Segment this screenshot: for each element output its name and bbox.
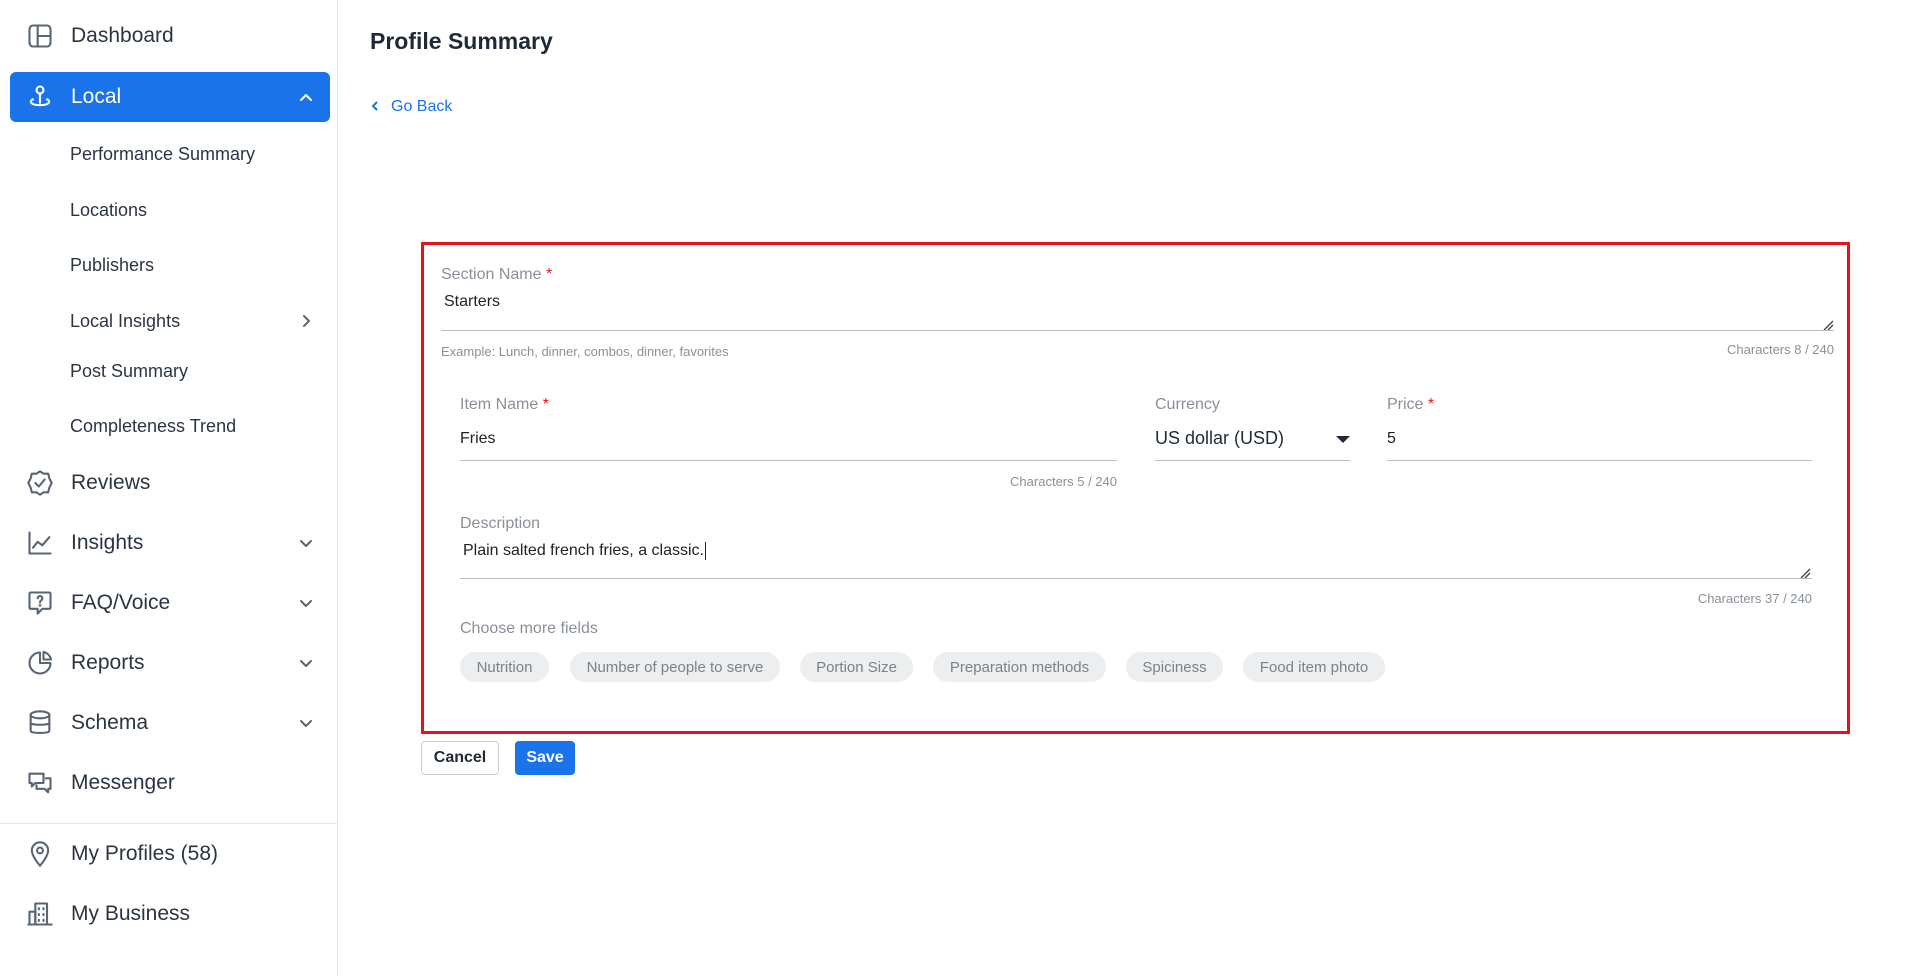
- item-name-counter: Characters 5 / 240: [1010, 474, 1117, 489]
- section-name-underline: [441, 330, 1834, 331]
- section-name-field[interactable]: Starters: [444, 293, 1824, 329]
- description-field[interactable]: Plain salted french fries, a classic.: [463, 542, 1803, 576]
- sidebar-subitem-local-insights[interactable]: Local Insights: [70, 306, 330, 336]
- chip-preparation-methods[interactable]: Preparation methods: [933, 652, 1106, 682]
- go-back-link[interactable]: Go Back: [369, 98, 452, 116]
- currency-underline: [1155, 460, 1350, 461]
- reviews-badge-icon: [25, 468, 55, 498]
- sidebar-item-label: FAQ/Voice: [71, 591, 171, 614]
- sidebar-item-messenger[interactable]: Messenger: [10, 758, 330, 808]
- sidebar-subitem-label: Local Insights: [70, 310, 181, 331]
- sidebar-subitem-performance-summary[interactable]: Performance Summary: [70, 139, 330, 169]
- resize-handle-icon[interactable]: [1799, 566, 1811, 579]
- chevron-up-icon: [296, 87, 316, 107]
- required-mark: *: [545, 266, 553, 283]
- database-icon: [25, 708, 55, 738]
- chevron-right-icon: [296, 311, 316, 331]
- sidebar: Dashboard Local Performance Summary Loca…: [0, 0, 338, 976]
- page-title: Profile Summary: [370, 28, 553, 54]
- text-caret: [705, 542, 706, 560]
- chevron-down-icon: [296, 653, 316, 673]
- currency-select[interactable]: US dollar (USD): [1155, 428, 1350, 458]
- chip-number-of-people[interactable]: Number of people to serve: [570, 652, 780, 682]
- price-label: Price *: [1387, 396, 1434, 414]
- chevron-down-icon: [296, 713, 316, 733]
- sidebar-item-insights[interactable]: Insights: [10, 518, 330, 568]
- go-back-label: Go Back: [391, 98, 453, 115]
- pie-chart-icon: [25, 648, 55, 678]
- cancel-button[interactable]: Cancel: [421, 741, 499, 775]
- currency-label: Currency: [1155, 396, 1220, 413]
- sidebar-item-my-profiles[interactable]: My Profiles (58): [10, 829, 330, 879]
- price-label-text: Price: [1387, 396, 1424, 413]
- local-pin-icon: [25, 82, 55, 112]
- chevron-left-icon: [369, 100, 383, 114]
- sidebar-subitem-post-summary[interactable]: Post Summary: [70, 356, 330, 386]
- sidebar-item-label: Messenger: [71, 771, 175, 794]
- section-name-hint: Example: Lunch, dinner, combos, dinner, …: [441, 344, 729, 359]
- section-name-label: Section Name *: [441, 266, 552, 284]
- price-field[interactable]: 5: [1387, 430, 1812, 458]
- description-value: Plain salted french fries, a classic.: [463, 542, 704, 560]
- item-name-label: Item Name *: [460, 396, 549, 414]
- sidebar-item-local[interactable]: Local: [10, 72, 330, 122]
- section-name-counter: Characters 8 / 240: [1727, 342, 1834, 357]
- item-name-field[interactable]: Fries: [460, 430, 1115, 458]
- sidebar-item-label: Reviews: [71, 471, 151, 494]
- description-label: Description: [460, 515, 541, 532]
- sidebar-item-label: My Business: [71, 902, 191, 925]
- sidebar-item-label: Reports: [71, 651, 145, 674]
- required-mark: *: [542, 396, 549, 413]
- save-button[interactable]: Save: [515, 741, 575, 775]
- more-fields-label: Choose more fields: [460, 620, 598, 637]
- chip-food-item-photo[interactable]: Food item photo: [1243, 652, 1385, 682]
- sidebar-item-reviews[interactable]: Reviews: [10, 458, 330, 508]
- chevron-down-icon: [296, 533, 316, 553]
- line-chart-icon: [25, 528, 55, 558]
- sidebar-item-label: Schema: [71, 711, 149, 734]
- chip-nutrition[interactable]: Nutrition: [460, 652, 549, 682]
- sidebar-item-reports[interactable]: Reports: [10, 638, 330, 688]
- resize-handle-icon[interactable]: [1822, 318, 1834, 331]
- item-name-underline: [460, 460, 1117, 461]
- description-underline: [460, 578, 1812, 579]
- chip-spiciness[interactable]: Spiciness: [1126, 652, 1223, 682]
- sidebar-item-label: Local: [71, 85, 122, 108]
- sidebar-divider: [0, 823, 338, 824]
- required-mark: *: [1427, 396, 1435, 413]
- section-name-label-text: Section Name: [441, 266, 542, 283]
- dashboard-icon: [25, 21, 55, 51]
- building-icon: [25, 899, 55, 929]
- chip-portion-size[interactable]: Portion Size: [800, 652, 913, 682]
- price-underline: [1387, 460, 1812, 461]
- map-pin-icon: [25, 839, 55, 869]
- description-counter: Characters 37 / 240: [1697, 591, 1812, 606]
- item-name-label-text: Item Name: [460, 396, 539, 413]
- sidebar-subitem-locations[interactable]: Locations: [70, 195, 330, 225]
- sidebar-subitem-publishers[interactable]: Publishers: [70, 250, 330, 280]
- chevron-down-icon: [296, 593, 316, 613]
- chat-icon: [25, 768, 55, 798]
- sidebar-item-label: My Profiles (58): [71, 842, 219, 865]
- sidebar-subitem-completeness-trend[interactable]: Completeness Trend: [70, 411, 330, 441]
- sidebar-item-schema[interactable]: Schema: [10, 698, 330, 748]
- sidebar-item-my-business[interactable]: My Business: [10, 889, 330, 939]
- sidebar-item-label: Dashboard: [71, 24, 174, 47]
- sidebar-item-faq-voice[interactable]: FAQ/Voice: [10, 578, 330, 628]
- faq-icon: [25, 588, 55, 618]
- dropdown-arrow-icon: [1336, 436, 1350, 443]
- sidebar-item-label: Insights: [71, 531, 144, 554]
- sidebar-item-dashboard[interactable]: Dashboard: [10, 11, 330, 61]
